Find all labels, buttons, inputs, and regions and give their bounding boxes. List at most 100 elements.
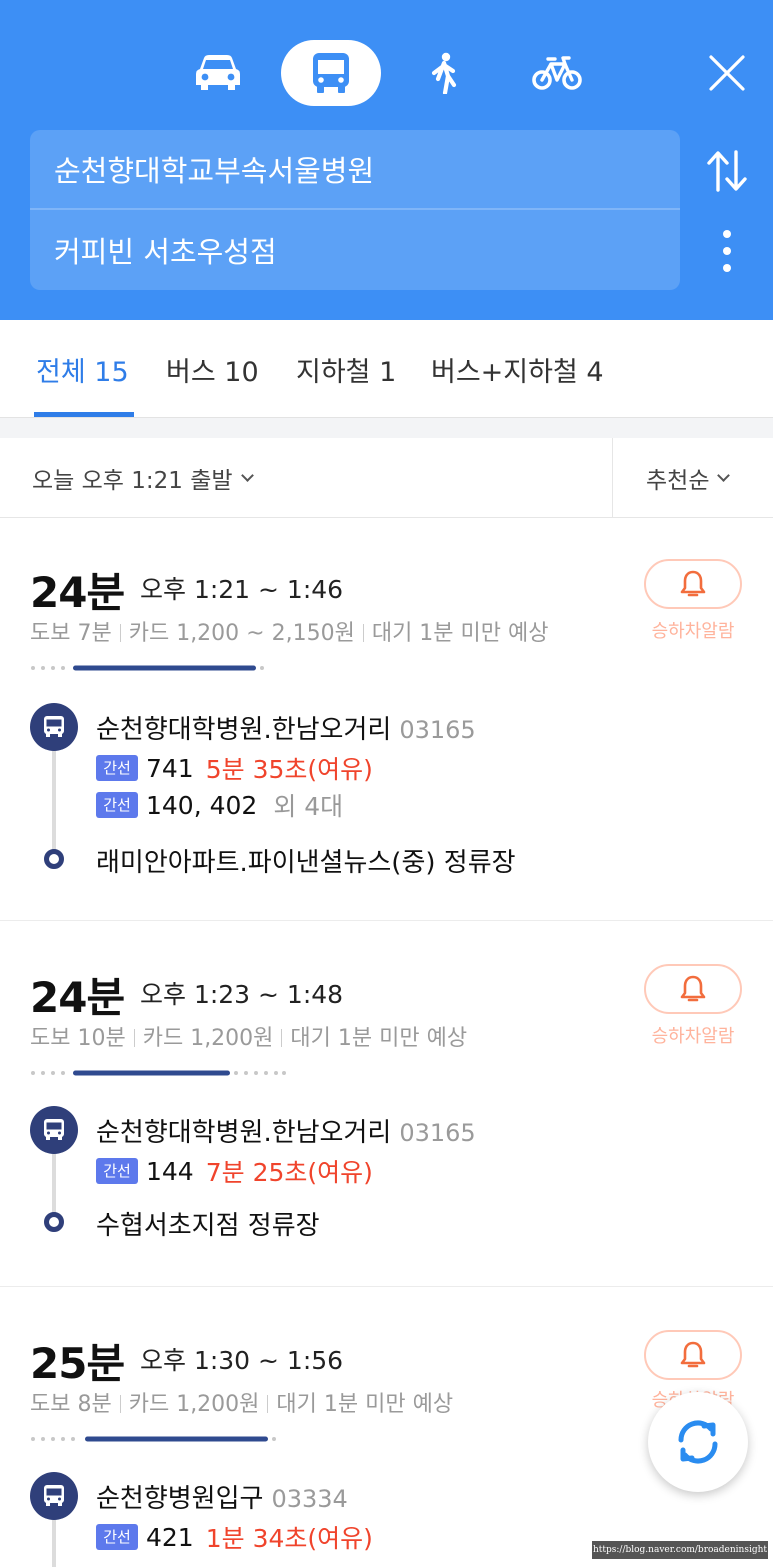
walk-icon — [431, 52, 457, 94]
route-meta: 도보 10분 카드 1,200원 대기 1분 미만 예상 — [30, 1020, 467, 1052]
arrival-time: 5분 35초(여유) — [205, 755, 373, 784]
destination-dot — [44, 849, 64, 869]
bus-icon — [313, 53, 349, 93]
alighting-stop[interactable]: 수협서초지점 정류장 — [96, 1205, 320, 1242]
wait-time: 대기 1분 미만 예상 — [371, 621, 549, 646]
destination-field[interactable]: 커피빈 서초우성점 — [30, 210, 680, 290]
alighting-stop[interactable]: 래미안아파트.파이낸셜뉴스(중) 정류장 — [96, 842, 516, 879]
refresh-icon — [678, 1420, 718, 1464]
arrival-time: 1분 34초(여유) — [205, 1524, 373, 1553]
bell-icon — [680, 570, 706, 597]
walk-time: 도보 7분 — [30, 621, 112, 646]
section-gap — [0, 418, 773, 438]
route-time-range: 오후 1:23 ~ 1:48 — [140, 980, 344, 1009]
alarm-label: 승하차알람 — [651, 1026, 735, 1047]
filter-bar: 오늘 오후 1:21 출발 추천순 — [0, 438, 773, 518]
more-dot — [723, 264, 731, 272]
route-type-tabs: 전체 15 버스 10 지하철 1 버스+지하철 4 — [0, 320, 773, 418]
more-options-button[interactable] — [710, 226, 744, 276]
route-progress-bar — [31, 665, 264, 671]
tab-bus-subway[interactable]: 버스+지하철 4 — [431, 320, 604, 418]
bus-icon — [44, 716, 64, 737]
chevron-down-icon — [717, 468, 731, 482]
line-type-tag: 간선 — [96, 1524, 138, 1550]
origin-text: 순천향대학교부속서울병원 — [54, 154, 375, 188]
wait-time: 대기 1분 미만 예상 — [290, 1026, 468, 1051]
alarm-button[interactable] — [644, 1330, 742, 1380]
departure-time-selector[interactable]: 오늘 오후 1:21 출발 — [32, 438, 254, 518]
bus-number: 140, 402 — [146, 790, 258, 820]
bus-line-row[interactable]: 간선 741 5분 35초(여유) — [96, 750, 373, 786]
meta-separator — [119, 1395, 121, 1413]
boarding-stop-name: 순천향병원입구 — [96, 1484, 264, 1514]
origin-field[interactable]: 순천향대학교부속서울병원 — [30, 130, 680, 210]
meta-separator — [281, 1029, 283, 1047]
bell-icon — [680, 1341, 706, 1368]
bus-number: 741 — [146, 753, 194, 783]
search-header: 순천향대학교부속서울병원 커피빈 서초우성점 — [0, 0, 773, 320]
tab-subway[interactable]: 지하철 1 — [296, 320, 396, 418]
destination-text: 커피빈 서초우성점 — [54, 235, 277, 269]
route-card[interactable]: 24분 오후 1:23 ~ 1:48 승하차알람 도보 10분 카드 1,200원… — [0, 922, 773, 1287]
sort-selector[interactable]: 추천순 — [646, 438, 731, 518]
bus-icon — [44, 1485, 64, 1506]
divider — [612, 438, 613, 518]
line-type-tag: 간선 — [96, 792, 138, 818]
bike-icon — [532, 56, 582, 90]
route-duration: 24분 — [30, 973, 125, 1022]
boarding-stop[interactable]: 순천향병원입구 03334 — [96, 1478, 348, 1515]
stop-id: 03334 — [271, 1485, 348, 1513]
bus-number: 421 — [146, 1522, 194, 1552]
alarm-button[interactable] — [644, 559, 742, 609]
bus-line-row[interactable]: 간선 421 1분 34초(여유) — [96, 1519, 373, 1555]
fare: 카드 1,200원 — [142, 1026, 274, 1051]
meta-separator — [133, 1029, 135, 1047]
chevron-down-icon — [240, 468, 254, 482]
tab-all[interactable]: 전체 15 — [36, 320, 129, 418]
route-time-range: 오후 1:30 ~ 1:56 — [140, 1346, 344, 1375]
bus-line-row[interactable]: 간선 144 7분 25초(여유) — [96, 1153, 373, 1189]
more-buses: 외 4대 — [273, 792, 344, 821]
fare: 카드 1,200 ~ 2,150원 — [128, 621, 355, 646]
boarding-stop-name: 순천향대학병원.한남오거리 — [96, 1118, 392, 1148]
refresh-button[interactable] — [648, 1392, 748, 1492]
boarding-stop-name: 순천향대학병원.한남오거리 — [96, 715, 392, 745]
bus-line-row[interactable]: 간선 140, 402 외 4대 — [96, 787, 343, 823]
line-type-tag: 간선 — [96, 755, 138, 781]
close-icon — [709, 55, 745, 91]
meta-separator — [267, 1395, 269, 1413]
bus-number: 144 — [146, 1156, 194, 1186]
alarm-button[interactable] — [644, 964, 742, 1014]
boarding-stop[interactable]: 순천향대학병원.한남오거리 03165 — [96, 1112, 476, 1149]
watermark: https://blog.naver.com/broadeninsight — [592, 1541, 768, 1559]
route-card[interactable]: 24분 오후 1:21 ~ 1:46 승하차알람 도보 7분 카드 1,200 ~… — [0, 519, 773, 921]
close-button[interactable] — [700, 46, 754, 100]
arrival-time: 7분 25초(여유) — [205, 1158, 373, 1187]
tab-bus[interactable]: 버스 10 — [166, 320, 259, 418]
route-progress-bar — [31, 1436, 276, 1442]
car-icon — [196, 55, 240, 90]
sort-text: 추천순 — [646, 468, 710, 494]
bus-stop-badge — [30, 703, 78, 751]
walk-time: 도보 10분 — [30, 1026, 126, 1051]
line-type-tag: 간선 — [96, 1158, 138, 1184]
stop-id: 03165 — [399, 716, 476, 744]
swap-button[interactable] — [702, 146, 752, 196]
bus-icon — [44, 1119, 64, 1140]
mode-transit-button[interactable] — [281, 40, 381, 106]
route-duration: 24분 — [30, 568, 125, 617]
mode-bike-button[interactable] — [507, 40, 607, 106]
more-dot — [723, 247, 731, 255]
stop-id: 03165 — [399, 1119, 476, 1147]
destination-dot — [44, 1212, 64, 1232]
route-duration: 25분 — [30, 1339, 125, 1388]
walk-time: 도보 8분 — [30, 1392, 112, 1417]
swap-arrows-icon — [707, 150, 747, 192]
route-meta: 도보 7분 카드 1,200 ~ 2,150원 대기 1분 미만 예상 — [30, 615, 549, 647]
boarding-stop[interactable]: 순천향대학병원.한남오거리 03165 — [96, 709, 476, 746]
meta-separator — [362, 624, 364, 642]
bus-stop-badge — [30, 1106, 78, 1154]
mode-walk-button[interactable] — [394, 40, 494, 106]
bell-icon — [680, 975, 706, 1002]
mode-car-button[interactable] — [168, 40, 268, 106]
